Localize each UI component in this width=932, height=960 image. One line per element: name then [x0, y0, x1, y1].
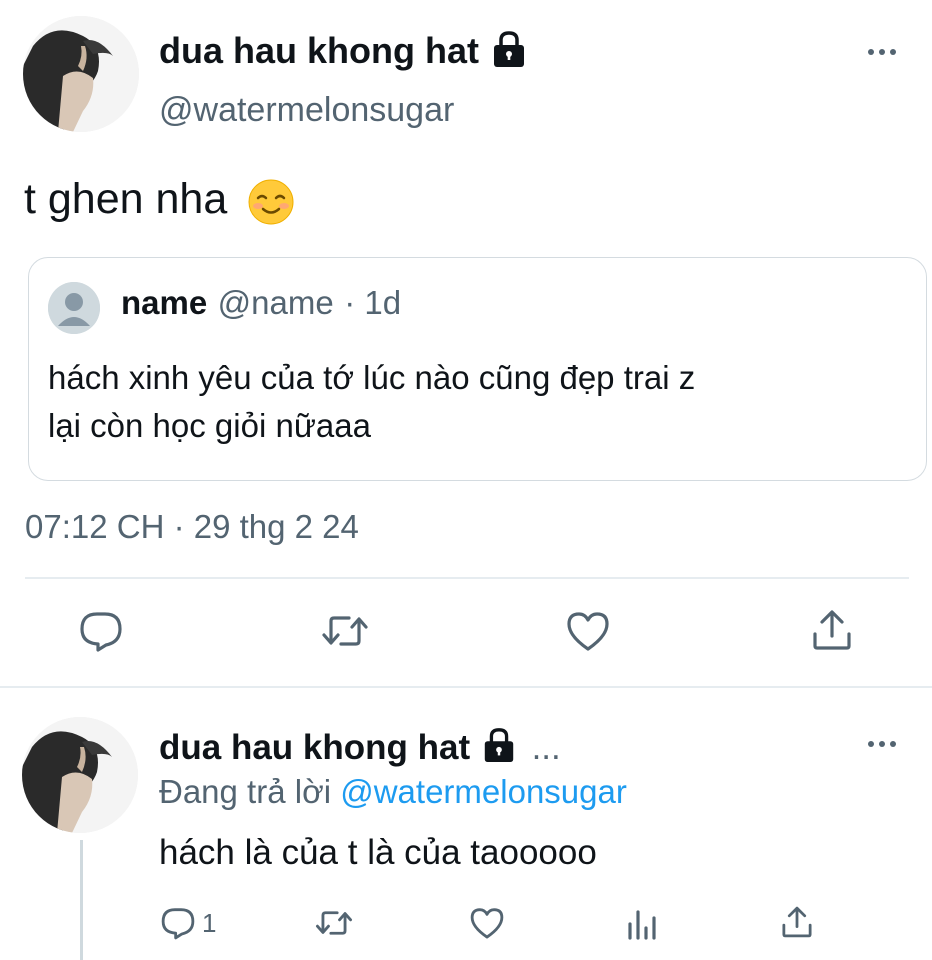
author-avatar[interactable]: [23, 16, 139, 132]
avatar-photo: [23, 16, 139, 132]
share-button[interactable]: [810, 608, 854, 652]
author-handle[interactable]: @watermelonsugar: [159, 91, 454, 130]
like-button[interactable]: [565, 610, 611, 652]
quote-author-name[interactable]: name: [121, 284, 207, 321]
reply-author-name-row[interactable]: dua hau khong hat ...: [159, 727, 561, 772]
author-name-row[interactable]: dua hau khong hat: [159, 30, 529, 77]
heart-icon: [470, 908, 504, 939]
quote-avatar[interactable]: [48, 282, 100, 334]
reply-icon: [80, 612, 122, 652]
lock-icon: [489, 30, 529, 77]
reply-count: 1: [202, 907, 217, 938]
quote-text-line1: hách xinh yêu của tớ lúc nào cũng đẹp tr…: [48, 359, 696, 396]
quote-text-line2: lại còn học giỏi nữaaa: [48, 407, 371, 444]
reply-icon: [161, 908, 195, 940]
author-name: dua hau khong hat: [159, 30, 479, 72]
retweet-icon: [322, 616, 368, 646]
quote-tweet-card[interactable]: name @name · 1d hách xinh yêu của tớ lúc…: [28, 257, 927, 481]
quote-text: hách xinh yêu của tớ lúc nào cũng đẹp tr…: [48, 354, 695, 450]
reply-text: hách là của t là của taooooo: [159, 833, 597, 872]
tweet-text: t ghen nha: [24, 175, 295, 226]
more-icon[interactable]: [868, 741, 896, 747]
divider: [25, 577, 909, 579]
thread-line: [80, 840, 83, 960]
tweet-timestamp[interactable]: 07:12 CH · 29 thg 2 24: [25, 508, 359, 546]
retweet-button[interactable]: [321, 612, 369, 650]
handle-truncated: ...: [531, 727, 561, 767]
analytics-icon: [628, 910, 656, 940]
replying-to-label: Đang trả lời: [159, 773, 332, 810]
reply-button[interactable]: 1: [160, 906, 216, 940]
like-button[interactable]: [469, 906, 505, 940]
quote-time: · 1d: [344, 284, 402, 321]
smile-emoji: [247, 178, 295, 226]
replying-to: Đang trả lời @watermelonsugar: [159, 773, 627, 811]
lock-icon: [480, 727, 518, 772]
replying-to-handle[interactable]: @watermelonsugar: [340, 773, 627, 810]
more-icon[interactable]: [868, 49, 896, 55]
avatar-photo: [22, 717, 138, 833]
analytics-button[interactable]: [626, 906, 660, 940]
quote-header: name @name · 1d: [121, 284, 401, 322]
reply-button[interactable]: [78, 610, 124, 652]
default-avatar-icon: [48, 282, 100, 334]
retweet-button[interactable]: [315, 908, 353, 938]
quote-author-handle[interactable]: @name: [218, 284, 334, 321]
share-button[interactable]: [780, 904, 814, 940]
tweet-body: t ghen nha: [24, 175, 228, 223]
retweet-icon: [315, 911, 352, 935]
section-divider: [0, 686, 932, 688]
reply-author-avatar[interactable]: [22, 717, 138, 833]
heart-icon: [567, 612, 609, 651]
share-icon: [782, 906, 812, 938]
share-icon: [813, 610, 851, 650]
reply-author-name: dua hau khong hat: [159, 727, 471, 767]
